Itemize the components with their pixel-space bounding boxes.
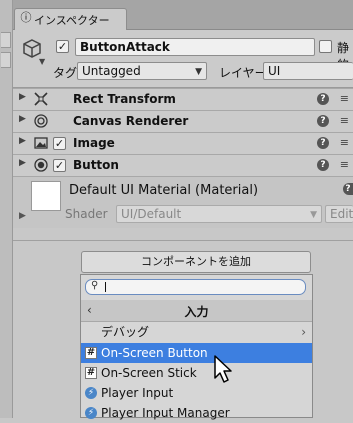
- list-item-label: On-Screen Button: [101, 346, 208, 360]
- component-canvas-renderer[interactable]: ▶ Canvas Renderer ? ≡: [13, 110, 353, 132]
- settings-sliders-icon[interactable]: ≡: [340, 92, 349, 105]
- add-component-button[interactable]: コンポーネントを追加: [81, 251, 311, 273]
- list-item-on-screen-button[interactable]: # On-Screen Button: [81, 343, 312, 363]
- inspector-header: ▼ ✓ ButtonAttack 静的 タグ Untagged ▼ レイヤー U…: [13, 30, 353, 88]
- list-item-label: Player Input Manager: [101, 406, 230, 420]
- list-item-label: デバッグ: [101, 325, 150, 339]
- left-editor-gutter: [0, 0, 13, 418]
- object-name-field[interactable]: ButtonAttack: [75, 38, 315, 56]
- tab-inspector[interactable]: ⓘ インスペクター: [14, 8, 127, 30]
- script-icon: #: [85, 347, 97, 359]
- gutter-slot: [1, 32, 11, 48]
- component-rect-transform[interactable]: ▶ Rect Transform ? ≡: [13, 88, 353, 110]
- settings-sliders-icon[interactable]: ≡: [340, 136, 349, 149]
- active-checkbox[interactable]: ✓: [56, 40, 69, 53]
- gutter-slot: [1, 52, 11, 68]
- image-enabled-checkbox[interactable]: ✓: [53, 137, 66, 150]
- component-label: Canvas Renderer: [73, 114, 189, 128]
- tag-value: Untagged: [82, 64, 141, 78]
- list-item-label: On-Screen Stick: [101, 366, 197, 380]
- text-caret: [105, 282, 106, 292]
- layer-label: レイヤー: [219, 66, 267, 80]
- shader-dropdown[interactable]: UI/Default ▼: [116, 205, 322, 223]
- chevron-right-icon: ›: [301, 325, 306, 339]
- popup-header: ‹ 入力: [81, 300, 312, 322]
- rect-transform-icon: [34, 92, 48, 106]
- tab-label: インスペクター: [34, 14, 110, 27]
- layer-dropdown[interactable]: UI: [263, 62, 353, 80]
- settings-sliders-icon[interactable]: ≡: [340, 158, 349, 171]
- shader-label: Shader: [65, 207, 108, 221]
- list-item-label: Player Input: [101, 386, 174, 400]
- search-icon: ⚲: [91, 280, 99, 291]
- material-section: ▶ Default UI Material (Material) ? Shade…: [13, 176, 353, 228]
- list-item-player-input-manager[interactable]: ⚡ Player Input Manager: [81, 403, 312, 423]
- player-input-icon: ⚡: [85, 407, 97, 419]
- chevron-down-icon: ▼: [310, 210, 317, 220]
- shader-value: UI/Default: [121, 207, 182, 221]
- foldout-arrow-icon[interactable]: ▶: [19, 158, 26, 168]
- foldout-arrow-icon[interactable]: ▶: [19, 136, 26, 146]
- gameobject-dropdown-icon[interactable]: ▼: [39, 57, 45, 66]
- info-icon: ⓘ: [20, 11, 32, 24]
- list-item-on-screen-stick[interactable]: # On-Screen Stick: [81, 363, 312, 383]
- list-item-player-input[interactable]: ⚡ Player Input: [81, 383, 312, 403]
- separator: [13, 240, 353, 241]
- help-icon[interactable]: ?: [317, 137, 329, 149]
- list-item-debug[interactable]: デバッグ ›: [81, 322, 312, 342]
- foldout-arrow-icon[interactable]: ▶: [19, 114, 26, 124]
- tag-label: タグ: [53, 66, 78, 80]
- image-icon: [34, 137, 48, 149]
- button-icon: [34, 158, 48, 172]
- shader-edit-button[interactable]: Edit...: [325, 205, 353, 223]
- foldout-arrow-icon[interactable]: ▶: [19, 92, 26, 102]
- popup-title: 入力: [184, 305, 209, 319]
- component-label: Rect Transform: [73, 92, 176, 106]
- layer-value: UI: [268, 64, 281, 78]
- material-name: Default UI Material (Material): [69, 183, 259, 198]
- mouse-pointer-icon: [214, 355, 232, 383]
- component-image[interactable]: ▶ ✓ Image ? ≡: [13, 132, 353, 154]
- player-input-icon: ⚡: [85, 387, 97, 399]
- settings-sliders-icon[interactable]: ≡: [340, 114, 349, 127]
- material-preview: [31, 181, 61, 211]
- component-label: Button: [73, 158, 119, 172]
- search-input[interactable]: ⚲: [85, 279, 306, 295]
- help-icon[interactable]: ?: [343, 183, 353, 195]
- chevron-down-icon: ▼: [195, 67, 202, 77]
- script-icon: #: [85, 367, 97, 379]
- help-icon[interactable]: ?: [317, 93, 329, 105]
- tag-dropdown[interactable]: Untagged ▼: [77, 62, 207, 80]
- static-checkbox[interactable]: [319, 40, 332, 53]
- help-icon[interactable]: ?: [317, 115, 329, 127]
- material-foldout-arrow-icon[interactable]: ▶: [19, 211, 26, 221]
- canvas-renderer-icon: [34, 114, 48, 128]
- help-icon[interactable]: ?: [317, 159, 329, 171]
- button-enabled-checkbox[interactable]: ✓: [53, 159, 66, 172]
- component-label: Image: [73, 136, 115, 150]
- component-button[interactable]: ▶ ✓ Button ? ≡: [13, 154, 353, 176]
- add-component-popup: ⚲ ‹ 入力 デバッグ › # On-Screen Button # On-Sc…: [80, 274, 313, 420]
